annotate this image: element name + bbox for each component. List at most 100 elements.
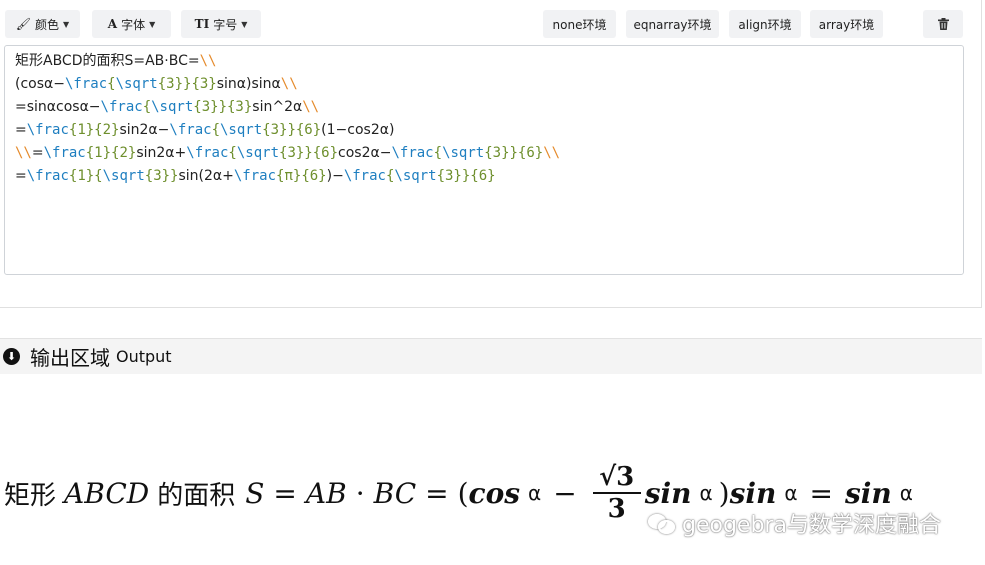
formula-alpha: α xyxy=(784,481,798,505)
code-token: {1}{2} xyxy=(85,145,137,161)
formula-func: sin xyxy=(644,476,692,510)
code-token: )− xyxy=(326,168,344,184)
code-token: { xyxy=(433,145,443,161)
code-token: \frac xyxy=(391,145,434,161)
formula-paren: ) xyxy=(718,476,730,510)
code-token: =sinαcosα− xyxy=(15,99,101,115)
code-token: \sqrt xyxy=(236,145,280,161)
watermark: geogebra与数学深度融合 xyxy=(648,507,941,539)
code-token: \frac xyxy=(169,122,212,138)
code-token: sin^2α xyxy=(252,99,303,115)
code-token: (cosα− xyxy=(15,76,65,92)
fraction-numerator: √3 xyxy=(599,462,635,492)
code-token: \sqrt xyxy=(442,145,485,161)
env-eqnarray-button[interactable]: eqnarray环境 xyxy=(626,10,719,38)
code-token: {3}}{6} xyxy=(436,168,496,184)
code-token: cos2α− xyxy=(338,145,392,161)
formula-paren: ( xyxy=(457,476,469,510)
code-token: \sqrt xyxy=(220,122,263,138)
code-line: =\frac{1}{\sqrt{3}}sin(2α+\frac{π}{6})−\… xyxy=(15,165,953,188)
brush-icon: 🖌︎ xyxy=(15,17,32,31)
code-token: (1−cos2α) xyxy=(321,122,395,138)
code-token: \\ xyxy=(543,145,561,161)
code-token: = xyxy=(31,145,44,161)
code-token: {3}}{6} xyxy=(279,145,339,161)
output-subtitle: Output xyxy=(116,347,172,366)
env-eqnarray-label: eqnarray环境 xyxy=(633,17,712,32)
code-token: \sqrt xyxy=(394,168,437,184)
code-token: \sqrt xyxy=(151,99,194,115)
editor-panel: 🖌︎ 颜色 ▼ A 字体 ▼ TI 字号 ▼ none环境 eqnarray环境… xyxy=(0,0,982,308)
color-button[interactable]: 🖌︎ 颜色 ▼ xyxy=(5,10,80,38)
font-icon: A xyxy=(107,17,118,31)
code-token: \frac xyxy=(26,168,69,184)
latex-editor[interactable]: 矩形ABCD的面积S=AB·BC=\\ (cosα−\frac{\sqrt{3}}… xyxy=(4,45,964,275)
code-token: \frac xyxy=(343,168,386,184)
formula-func: sin xyxy=(729,476,777,510)
clear-button[interactable] xyxy=(923,10,963,38)
env-array-label: array环境 xyxy=(818,17,875,32)
code-token: \frac xyxy=(26,122,69,138)
formula-op: = xyxy=(425,476,449,510)
code-token: = xyxy=(15,122,27,138)
chevron-down-icon: ▼ xyxy=(149,19,156,29)
font-button[interactable]: A 字体 ▼ xyxy=(92,10,171,38)
output-header[interactable]: ⬇︎ 输出区域 Output xyxy=(0,338,982,374)
code-token: { xyxy=(107,76,116,92)
code-token: {3}} xyxy=(144,168,179,184)
code-token: { xyxy=(211,122,220,138)
color-button-label: 颜色 xyxy=(35,17,60,32)
font-size-button-label: 字号 xyxy=(213,17,238,32)
formula-var: S xyxy=(245,476,265,510)
formula-alpha: α xyxy=(899,481,913,505)
env-align-label: align环境 xyxy=(738,17,792,32)
formula-text: 的面积 xyxy=(157,480,236,511)
formula-var: BC xyxy=(373,476,417,510)
code-token: sin(2α+ xyxy=(178,168,234,184)
output-title: 输出区域 xyxy=(30,346,110,370)
code-token: sin2α− xyxy=(119,122,170,138)
code-token: sin2α+ xyxy=(136,145,187,161)
wechat-icon xyxy=(648,512,676,534)
text-size-icon: TI xyxy=(194,17,210,31)
code-token: {1}{2} xyxy=(68,122,120,138)
code-token: 矩形ABCD的面积S=AB·BC= xyxy=(15,53,200,69)
code-line: =\frac{1}{2}sin2α−\frac{\sqrt{3}}{6}(1−c… xyxy=(15,119,953,142)
font-button-label: 字体 xyxy=(121,17,146,32)
env-none-button[interactable]: none环境 xyxy=(543,10,616,38)
code-token: \\ xyxy=(302,99,320,115)
code-token: {3}}{3} xyxy=(193,99,253,115)
env-array-button[interactable]: array环境 xyxy=(810,10,883,38)
code-token: = xyxy=(15,168,27,184)
circle-arrow-down-icon[interactable]: ⬇︎ xyxy=(3,348,20,365)
formula-op: · xyxy=(355,476,365,510)
code-line: (cosα−\frac{\sqrt{3}}{3}sinα)sinα\\ xyxy=(15,73,953,96)
chevron-down-icon: ▼ xyxy=(241,19,248,29)
section-gap xyxy=(0,308,985,338)
code-token: \frac xyxy=(43,145,86,161)
code-line: =sinαcosα−\frac{\sqrt{3}}{3}sin^2α\\ xyxy=(15,96,953,119)
formula-func: sin xyxy=(845,476,892,510)
watermark-text: geogebra与数学深度融合 xyxy=(682,513,941,538)
formula-text: 矩形 xyxy=(4,480,57,511)
fraction-denominator: 3 xyxy=(607,494,626,524)
code-token: \\ xyxy=(199,53,217,69)
code-token: { xyxy=(228,145,237,161)
chevron-down-icon: ▼ xyxy=(63,19,70,29)
code-line: 矩形ABCD的面积S=AB·BC=\\ xyxy=(15,50,953,73)
code-token: \frac xyxy=(233,168,277,184)
font-size-button[interactable]: TI 字号 ▼ xyxy=(181,10,261,38)
formula-func: cos xyxy=(468,476,521,510)
code-token: \\ xyxy=(15,145,32,161)
formula-fraction: √3 3 xyxy=(592,462,641,524)
formula-alpha: α xyxy=(699,481,713,505)
formula-op: = xyxy=(809,476,833,510)
code-token: {3}}{6} xyxy=(484,145,544,161)
code-token: \frac xyxy=(100,99,143,115)
code-token: sinα)sinα xyxy=(216,76,281,92)
code-line: \\=\frac{1}{2}sin2α+\frac{\sqrt{3}}{6}co… xyxy=(15,142,953,165)
env-align-button[interactable]: align环境 xyxy=(729,10,801,38)
code-token: {3}}{3} xyxy=(157,76,217,92)
code-token: { xyxy=(142,99,152,115)
formula-var: ABCD xyxy=(64,476,150,510)
